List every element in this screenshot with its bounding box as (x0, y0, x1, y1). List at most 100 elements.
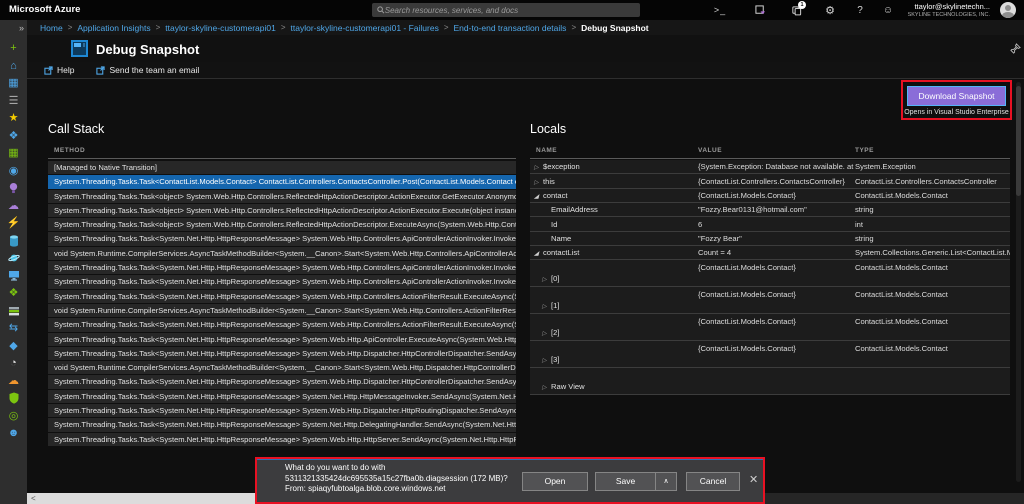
virtual-machines-icon[interactable] (7, 270, 21, 282)
pin-icon[interactable] (1010, 43, 1021, 54)
create-resource-icon[interactable]: + (7, 42, 21, 54)
local-name: this (543, 177, 555, 186)
callstack-frame[interactable]: System.Threading.Tasks.Task<System.Net.H… (48, 318, 516, 331)
microsoft-azure-logo[interactable]: Microsoft Azure (9, 4, 80, 15)
feedback-icon[interactable]: ☺ (876, 0, 900, 20)
cloud-services-icon[interactable]: ☁ (7, 200, 21, 212)
breadcrumb-application-insights[interactable]: Application Insights (77, 23, 150, 33)
breadcrumb-resource[interactable]: ttaylor-skyline-customerapi01 (165, 23, 276, 33)
callstack-frame[interactable]: System.Threading.Tasks.Task<object> Syst… (48, 218, 516, 231)
locals-row[interactable]: [0] {ContactList.Models.Contact} Contact… (530, 260, 1010, 287)
download-annotation-box: Download Snapshot Opens in Visual Studio… (901, 80, 1012, 120)
resource-groups-icon[interactable]: ❖ (7, 130, 21, 142)
dialog-close-icon[interactable]: ✕ (749, 473, 758, 486)
cosmos-db-icon[interactable] (7, 252, 21, 264)
callstack-title: Call Stack (48, 122, 104, 136)
locals-row[interactable]: contact {ContactList.Models.Contact} Con… (530, 189, 1010, 203)
callstack-frame[interactable]: void System.Runtime.CompilerServices.Asy… (48, 361, 516, 374)
account-info[interactable]: ttaylor@skylinetechn... SKYLINE TECHNOLO… (908, 2, 990, 18)
vertical-scrollbar-thumb[interactable] (1016, 86, 1021, 196)
save-button[interactable]: Save (595, 472, 655, 491)
cancel-button[interactable]: Cancel (686, 472, 740, 491)
local-value: {ContactList.Models.Contact} (698, 260, 855, 272)
home-icon[interactable]: ⌂ (7, 60, 21, 72)
callstack-frame[interactable]: System.Threading.Tasks.Task<object> Syst… (48, 190, 516, 203)
avatar[interactable] (1000, 2, 1016, 18)
callstack-frame[interactable]: System.Threading.Tasks.Task<System.Net.H… (48, 333, 516, 346)
callstack-frame[interactable]: System.Threading.Tasks.Task<System.Net.H… (48, 404, 516, 417)
locals-row[interactable]: Name "Fozzy Bear" string (530, 232, 1010, 246)
expander-icon[interactable] (542, 301, 551, 310)
security-center-icon[interactable] (7, 392, 21, 404)
advisor-icon[interactable]: ☁ (7, 375, 21, 387)
help-button[interactable]: Help (44, 65, 74, 75)
callstack-frame[interactable]: void System.Runtime.CompilerServices.Asy… (48, 247, 516, 260)
azure-active-directory-icon[interactable]: ◆ (7, 340, 21, 352)
expander-icon[interactable] (534, 191, 543, 200)
callstack-frame[interactable]: System.Threading.Tasks.Task<object> Syst… (48, 204, 516, 217)
locals-row[interactable]: $exception {System.Exception: Database n… (530, 160, 1010, 174)
search-input[interactable] (385, 6, 635, 15)
callstack-frame[interactable]: void System.Runtime.CompilerServices.Asy… (48, 304, 516, 317)
global-search[interactable] (372, 3, 640, 17)
help-support-icon[interactable]: ☻ (7, 427, 21, 439)
all-services-icon[interactable]: ☰ (7, 95, 21, 107)
external-link-icon (96, 66, 105, 75)
load-balancers-icon[interactable]: ❖ (7, 287, 21, 299)
callstack-frame[interactable]: System.Threading.Tasks.Task<System.Net.H… (48, 275, 516, 288)
application-insights-icon[interactable] (7, 182, 21, 194)
breadcrumb-separator: > (444, 23, 449, 32)
callstack-frame[interactable]: System.Threading.Tasks.Task<System.Net.H… (48, 390, 516, 403)
sidebar-expand-icon[interactable]: » (19, 23, 24, 33)
cost-management-icon[interactable]: ◎ (7, 410, 21, 422)
all-resources-icon[interactable]: ▦ (7, 147, 21, 159)
locals-row-raw-view[interactable]: Raw View (530, 368, 1010, 395)
locals-row[interactable]: [3] {ContactList.Models.Contact} Contact… (530, 341, 1010, 368)
breadcrumb-failures[interactable]: ttaylor-skyline-customerapi01 - Failures (291, 23, 439, 33)
expander-icon[interactable] (542, 274, 551, 283)
expander-icon[interactable] (534, 177, 543, 186)
breadcrumb-home[interactable]: Home (40, 23, 63, 33)
callstack-frame[interactable]: System.Threading.Tasks.Task<System.Net.H… (48, 261, 516, 274)
directory-filter-icon[interactable] (748, 0, 772, 20)
callstack-frame[interactable]: System.Threading.Tasks.Task<System.Net.H… (48, 418, 516, 431)
callstack-frame[interactable]: System.Threading.Tasks.Task<System.Net.H… (48, 290, 516, 303)
expander-icon[interactable] (542, 328, 551, 337)
locals-row[interactable]: Id 6 int (530, 217, 1010, 231)
local-type: System.Exception (855, 162, 1010, 171)
dashboard-icon[interactable]: ▦ (7, 77, 21, 89)
callstack-frame[interactable]: System.Threading.Tasks.Task<System.Net.H… (48, 232, 516, 245)
locals-row[interactable]: this {ContactList.Controllers.ContactsCo… (530, 174, 1010, 188)
help-icon[interactable]: ? (848, 0, 872, 20)
monitor-icon[interactable]: ◔ (7, 357, 21, 369)
callstack-frame[interactable]: System.Threading.Tasks.Task<System.Net.H… (48, 375, 516, 388)
locals-row[interactable]: [1] {ContactList.Models.Contact} Contact… (530, 287, 1010, 314)
favorites-star-icon[interactable]: ★ (7, 112, 21, 124)
expander-icon[interactable] (542, 382, 551, 391)
callstack-frame-selected[interactable]: System.Threading.Tasks.Task<ContactList.… (48, 175, 516, 188)
expander-icon[interactable] (534, 162, 543, 171)
download-snapshot-button[interactable]: Download Snapshot (907, 86, 1006, 106)
breadcrumb-transaction-details[interactable]: End-to-end transaction details (454, 23, 567, 33)
open-button[interactable]: Open (522, 472, 588, 491)
expander-icon[interactable] (542, 355, 551, 364)
callstack-frame[interactable]: System.Threading.Tasks.Task<System.Net.H… (48, 433, 516, 446)
virtual-networks-icon[interactable]: ⇆ (7, 322, 21, 334)
storage-accounts-icon[interactable] (7, 305, 21, 317)
expander-icon[interactable] (534, 248, 543, 257)
local-value: {ContactList.Models.Contact} (698, 287, 855, 299)
callstack-frame[interactable]: System.Threading.Tasks.Task<System.Net.H… (48, 347, 516, 360)
send-email-button[interactable]: Send the team an email (96, 65, 199, 75)
locals-row[interactable]: EmailAddress "Fozzy.Bear0131@hotmail.com… (530, 203, 1010, 217)
logic-apps-icon[interactable]: ⚡ (7, 217, 21, 229)
locals-row[interactable]: [2] {ContactList.Models.Contact} Contact… (530, 314, 1010, 341)
locals-row[interactable]: contactList Count = 4 System.Collections… (530, 246, 1010, 260)
vertical-scrollbar[interactable] (1016, 82, 1021, 482)
scroll-left-arrow-icon[interactable]: < (31, 494, 36, 503)
save-options-chevron-icon[interactable]: ∧ (655, 472, 677, 491)
callstack-frame[interactable]: [Managed to Native Transition] (48, 161, 516, 174)
settings-gear-icon[interactable]: ⚙ (818, 0, 842, 20)
cloud-shell-icon[interactable]: >_ (708, 0, 732, 20)
sql-database-icon[interactable] (7, 235, 21, 247)
app-services-icon[interactable]: ◉ (7, 165, 21, 177)
